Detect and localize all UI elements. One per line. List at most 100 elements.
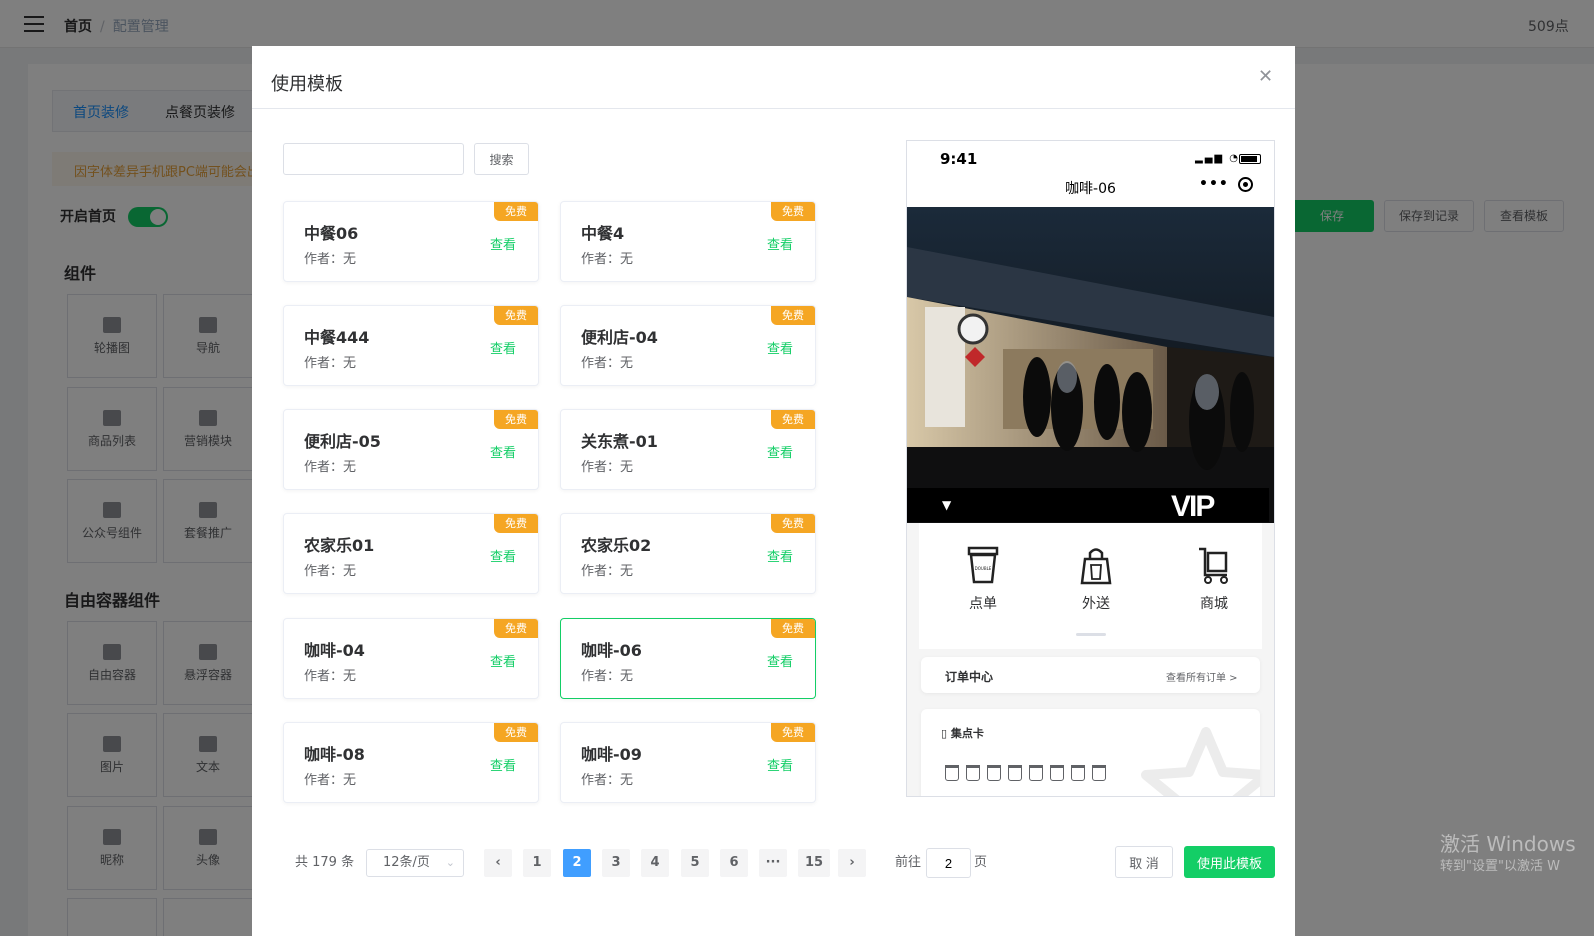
page-button-1[interactable]: 1 bbox=[523, 849, 551, 877]
order-center-card[interactable]: 订单中心 查看所有订单 > bbox=[921, 657, 1260, 693]
quick-mall[interactable]: 商城 bbox=[1184, 545, 1244, 613]
shopping-bag-icon bbox=[1080, 548, 1112, 585]
swipe-indicator bbox=[1076, 633, 1106, 636]
cup-stamp-icon bbox=[945, 765, 959, 781]
search-button[interactable]: 搜索 bbox=[474, 143, 529, 175]
goto-suffix: 页 bbox=[974, 855, 988, 870]
view-link[interactable]: 查看 bbox=[767, 651, 793, 670]
goto-page-input[interactable] bbox=[926, 848, 971, 878]
free-badge: 免费 bbox=[771, 723, 815, 742]
template-author: 作者：无 bbox=[304, 460, 357, 475]
stamp-card: ▯ 集点卡 bbox=[921, 709, 1260, 796]
quick-entry-bar: DOUBLE 点单 外送 商城 bbox=[919, 523, 1262, 649]
view-link[interactable]: 查看 bbox=[767, 442, 793, 461]
template-name: 咖啡-06 bbox=[581, 641, 642, 660]
view-link[interactable]: 查看 bbox=[767, 755, 793, 774]
more-dots-icon: ••• bbox=[1199, 176, 1229, 192]
template-author: 作者：无 bbox=[304, 252, 357, 267]
quick-order-label: 点单 bbox=[969, 596, 997, 612]
cup-stamp-icon bbox=[966, 765, 980, 781]
view-all-orders-link[interactable]: 查看所有订单 > bbox=[1166, 669, 1238, 684]
pagination-total: 共 179 条 bbox=[295, 855, 355, 870]
use-template-button[interactable]: 使用此模板 bbox=[1184, 846, 1275, 878]
free-badge: 免费 bbox=[494, 514, 538, 533]
page-button-6[interactable]: 6 bbox=[720, 849, 748, 877]
template-author: 作者：无 bbox=[581, 252, 634, 267]
page-size-value: 12条/页 bbox=[383, 855, 430, 870]
cart-icon bbox=[1199, 547, 1228, 584]
windows-watermark-title: 激活 Windows bbox=[1440, 832, 1576, 856]
template-name: 咖啡-04 bbox=[304, 641, 365, 660]
free-badge: 免费 bbox=[771, 410, 815, 429]
cup-stamp-icon bbox=[1029, 765, 1043, 781]
template-search-input[interactable] bbox=[283, 143, 464, 175]
view-link[interactable]: 查看 bbox=[490, 755, 516, 774]
view-link[interactable]: 查看 bbox=[767, 234, 793, 253]
storefront-photo bbox=[907, 207, 1274, 523]
template-name: 关东煮-01 bbox=[581, 432, 658, 451]
order-center-title: 订单中心 bbox=[945, 670, 994, 684]
windows-watermark-sub: 转到"设置"以激活 W bbox=[1440, 859, 1560, 874]
template-author: 作者：无 bbox=[581, 564, 634, 579]
template-card[interactable]: 免费 咖啡-04 作者：无 查看 bbox=[283, 618, 539, 699]
template-card[interactable]: 免费 便利店-04 作者：无 查看 bbox=[560, 305, 816, 386]
template-author: 作者：无 bbox=[304, 564, 357, 579]
free-badge: 免费 bbox=[771, 514, 815, 533]
page-button-5[interactable]: 5 bbox=[681, 849, 709, 877]
vip-strip: ▼ VIP bbox=[907, 488, 1269, 523]
template-author: 作者：无 bbox=[581, 669, 634, 684]
template-name: 农家乐01 bbox=[304, 536, 375, 555]
dropdown-triangle-icon: ▼ bbox=[942, 498, 952, 512]
cup-stamp-icon bbox=[987, 765, 1001, 781]
page-button-3[interactable]: 3 bbox=[602, 849, 630, 877]
template-card[interactable]: 免费 中餐06 作者：无 查看 bbox=[283, 201, 539, 282]
stamp-card-title: ▯ 集点卡 bbox=[941, 727, 984, 740]
template-name: 中餐06 bbox=[304, 224, 359, 243]
quick-delivery-label: 外送 bbox=[1082, 596, 1110, 612]
template-name: 农家乐02 bbox=[581, 536, 652, 555]
cup-brand-text: DOUBLE bbox=[975, 566, 992, 571]
battery-icon bbox=[1239, 154, 1261, 164]
quick-mall-label: 商城 bbox=[1200, 596, 1228, 612]
template-card[interactable]: 免费 中餐4 作者：无 查看 bbox=[560, 201, 816, 282]
free-badge: 免费 bbox=[494, 306, 538, 325]
template-card[interactable]: 免费 咖啡-09 作者：无 查看 bbox=[560, 722, 816, 803]
target-icon bbox=[1238, 177, 1253, 192]
free-badge: 免费 bbox=[494, 619, 538, 638]
stamp-card-title-text: 集点卡 bbox=[950, 727, 984, 740]
quick-order[interactable]: DOUBLE 点单 bbox=[953, 545, 1013, 613]
template-card[interactable]: 免费 农家乐01 作者：无 查看 bbox=[283, 513, 539, 594]
view-link[interactable]: 查看 bbox=[490, 234, 516, 253]
quick-delivery[interactable]: 外送 bbox=[1066, 545, 1126, 613]
view-link[interactable]: 查看 bbox=[490, 546, 516, 565]
template-name: 咖啡-09 bbox=[581, 745, 642, 764]
template-card[interactable]: 免费 农家乐02 作者：无 查看 bbox=[560, 513, 816, 594]
view-link[interactable]: 查看 bbox=[490, 442, 516, 461]
next-page-button[interactable]: › bbox=[838, 849, 866, 877]
page-button-4[interactable]: 4 bbox=[641, 849, 669, 877]
free-badge: 免费 bbox=[494, 723, 538, 742]
page-ellipsis-button[interactable]: ··· bbox=[759, 849, 787, 877]
coffee-cup-icon: DOUBLE bbox=[967, 546, 999, 584]
template-card[interactable]: 免费 关东煮-01 作者：无 查看 bbox=[560, 409, 816, 490]
cancel-button[interactable]: 取 消 bbox=[1115, 846, 1173, 878]
view-link[interactable]: 查看 bbox=[490, 338, 516, 357]
phone-status-bar: 9:41 ▂▄▆ ◔ bbox=[907, 141, 1274, 173]
template-card[interactable]: 免费 便利店-05 作者：无 查看 bbox=[283, 409, 539, 490]
star-icon bbox=[1141, 727, 1260, 796]
view-link[interactable]: 查看 bbox=[767, 546, 793, 565]
stamp-cups bbox=[945, 765, 1113, 785]
dialog-header: 使用模板 ✕ bbox=[252, 46, 1295, 109]
view-link[interactable]: 查看 bbox=[490, 651, 516, 670]
template-card[interactable]: 免费 咖啡-08 作者：无 查看 bbox=[283, 722, 539, 803]
page-button-15[interactable]: 15 bbox=[798, 849, 830, 877]
template-author: 作者：无 bbox=[581, 773, 634, 788]
page-size-select[interactable]: 12条/页 ⌄ bbox=[366, 849, 464, 877]
signal-wifi-icon: ▂▄▆ ◔ bbox=[1195, 153, 1240, 164]
page-button-2-current[interactable]: 2 bbox=[563, 849, 591, 877]
template-card[interactable]: 免费 中餐444 作者：无 查看 bbox=[283, 305, 539, 386]
view-link[interactable]: 查看 bbox=[767, 338, 793, 357]
template-card-selected[interactable]: 免费 咖啡-06 作者：无 查看 bbox=[560, 618, 816, 699]
close-icon[interactable]: ✕ bbox=[1258, 66, 1273, 87]
prev-page-button[interactable]: ‹ bbox=[484, 849, 512, 877]
